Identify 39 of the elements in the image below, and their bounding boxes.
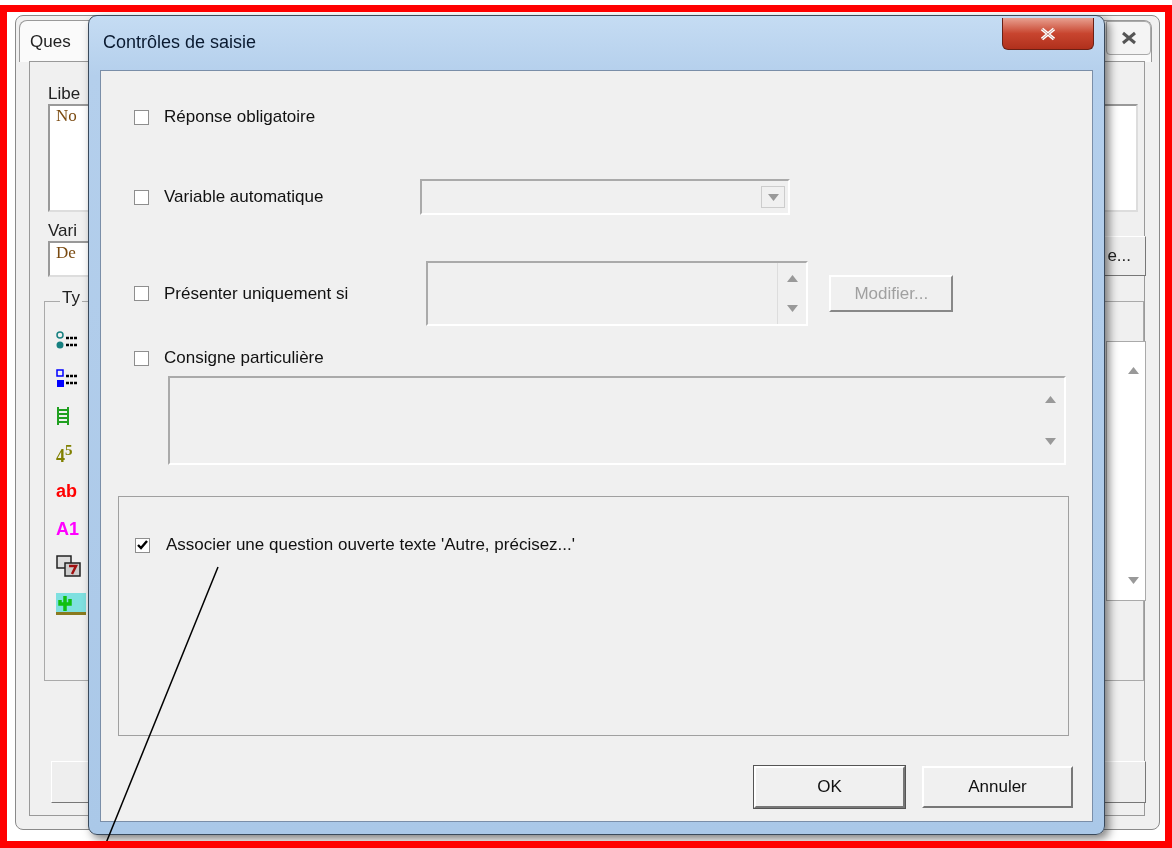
- checkbox-label[interactable]: Associer une question ouverte texte 'Autre, précisez...': [166, 535, 576, 555]
- checkbox-label[interactable]: Présenter uniquement si: [164, 283, 349, 304]
- scroll-up-icon[interactable]: [786, 274, 798, 282]
- scroll-down-icon[interactable]: [786, 305, 798, 313]
- checkbox-label[interactable]: Variable automatique: [164, 187, 324, 207]
- field-label: Vari: [48, 221, 77, 241]
- list-box[interactable]: [1106, 341, 1146, 601]
- ladder-icon[interactable]: [56, 406, 70, 426]
- cancel-button[interactable]: Annuler: [922, 766, 1073, 808]
- checkbox-label[interactable]: Réponse obligatoire: [164, 107, 316, 127]
- dropdown-arrow-icon[interactable]: [767, 193, 779, 201]
- scroll-up-icon[interactable]: [1128, 367, 1139, 374]
- ok-button[interactable]: OK: [754, 766, 905, 808]
- close-icon[interactable]: [1038, 26, 1058, 41]
- checkbox[interactable]: [134, 109, 149, 125]
- tab-title[interactable]: Ques: [30, 32, 71, 52]
- checkbox[interactable]: [134, 286, 149, 301]
- number-type-icon[interactable]: 4$^{5}$: [56, 442, 73, 465]
- radio-list-icon[interactable]: [56, 331, 78, 351]
- checkbox-label[interactable]: Consigne particulière: [164, 348, 324, 368]
- checkbox[interactable]: [135, 537, 150, 553]
- close-icon[interactable]: [1119, 31, 1138, 45]
- text-type-icon[interactable]: ab: [56, 482, 77, 500]
- scroll-up-icon[interactable]: [1044, 395, 1056, 403]
- window-title: Contrôles de saisie: [103, 32, 257, 53]
- field-value: No: [55, 105, 78, 127]
- close-button[interactable]: [1002, 18, 1094, 50]
- condition-field[interactable]: [426, 261, 809, 326]
- scroll-down-icon[interactable]: [1128, 577, 1139, 584]
- group-label: Ty: [60, 288, 82, 308]
- combo-box[interactable]: [420, 179, 791, 215]
- scroll-down-icon[interactable]: [1044, 438, 1056, 446]
- checkbox[interactable]: [134, 350, 149, 366]
- field-value: De: [55, 242, 77, 264]
- checklist-icon[interactable]: [56, 368, 78, 389]
- field-label: Libe: [48, 84, 81, 104]
- instruction-field[interactable]: [168, 376, 1066, 465]
- checkbox[interactable]: [134, 189, 149, 205]
- dice-icon[interactable]: [56, 555, 82, 577]
